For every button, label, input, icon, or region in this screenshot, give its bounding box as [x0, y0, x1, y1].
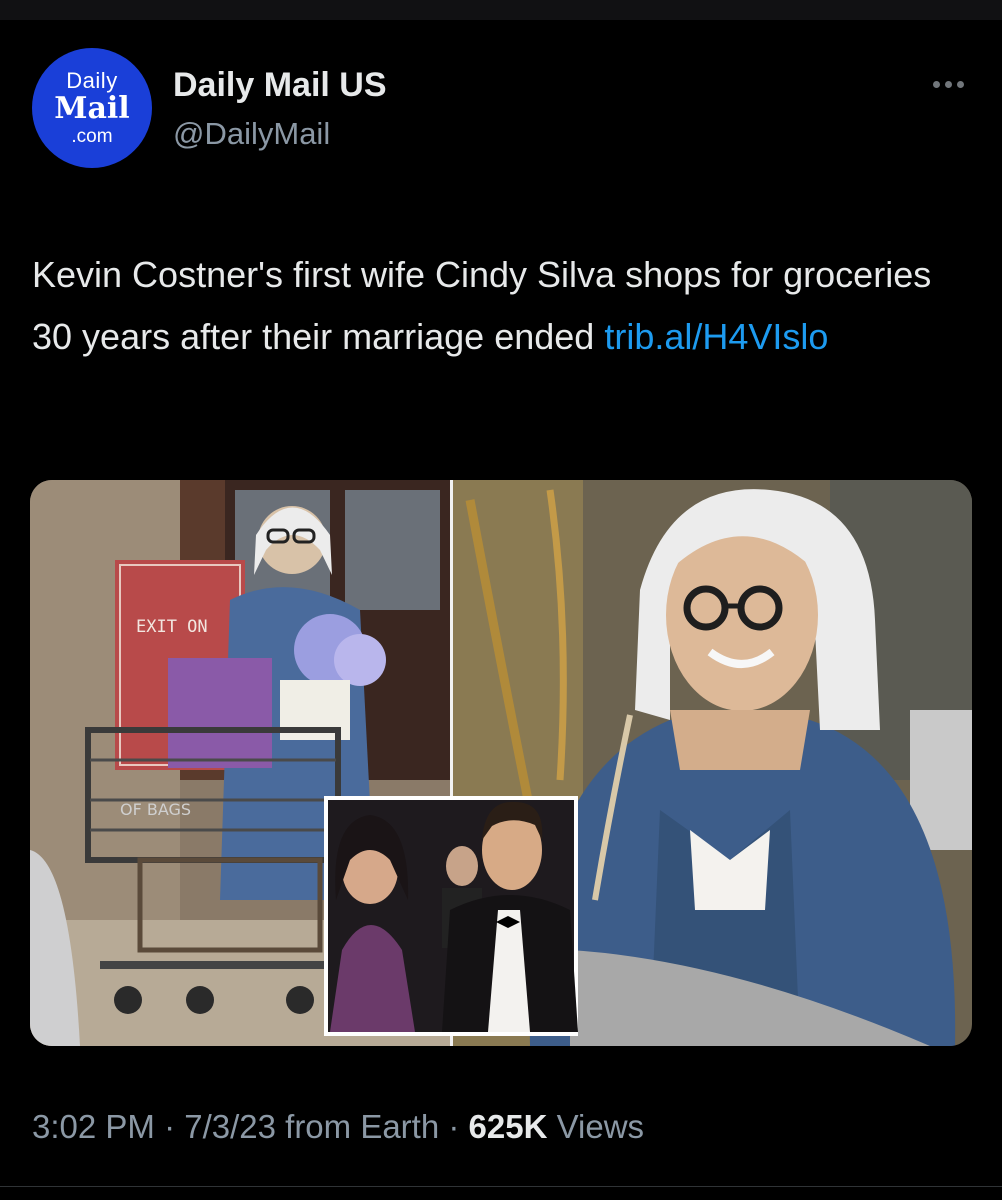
exit-sign-text: EXIT ON — [136, 617, 208, 637]
inset-photo — [324, 796, 578, 1036]
bag-text: OF BAGS — [120, 800, 191, 819]
avatar-text-mail: Mail — [54, 91, 130, 126]
more-options-button[interactable] — [922, 66, 974, 102]
tweet-link[interactable]: trib.al/H4VIslo — [604, 316, 828, 357]
tweet-date-source: 7/3/23 from Earth — [184, 1108, 440, 1145]
more-dot-icon — [932, 80, 940, 88]
meta-separator: · — [439, 1108, 469, 1145]
divider — [0, 1186, 1002, 1187]
meta-separator: · — [154, 1108, 185, 1145]
avatar-text-daily: Daily — [66, 68, 118, 93]
views-label: Views — [556, 1108, 645, 1145]
avatar[interactable]: Daily Mail .com — [32, 48, 152, 168]
top-status-bar — [0, 0, 1002, 20]
tweet-text: Kevin Costner's first wife Cindy Silva s… — [32, 244, 962, 368]
media-photo-collage: EXIT ON OF BAGS — [30, 480, 972, 1046]
more-dot-icon — [944, 80, 952, 88]
author-display-name[interactable]: Daily Mail US — [173, 66, 387, 105]
avatar-text-com: .com — [71, 126, 113, 147]
more-dot-icon — [956, 80, 964, 88]
tweet-media-image[interactable]: EXIT ON OF BAGS — [30, 480, 972, 1046]
views-count: 625K — [468, 1108, 548, 1145]
author-handle[interactable]: @DailyMail — [173, 116, 330, 152]
tweet-metadata: 3:02 PM · 7/3/23 from Earth · 625K Views — [32, 1108, 644, 1146]
tweet-time[interactable]: 3:02 PM — [32, 1108, 155, 1145]
